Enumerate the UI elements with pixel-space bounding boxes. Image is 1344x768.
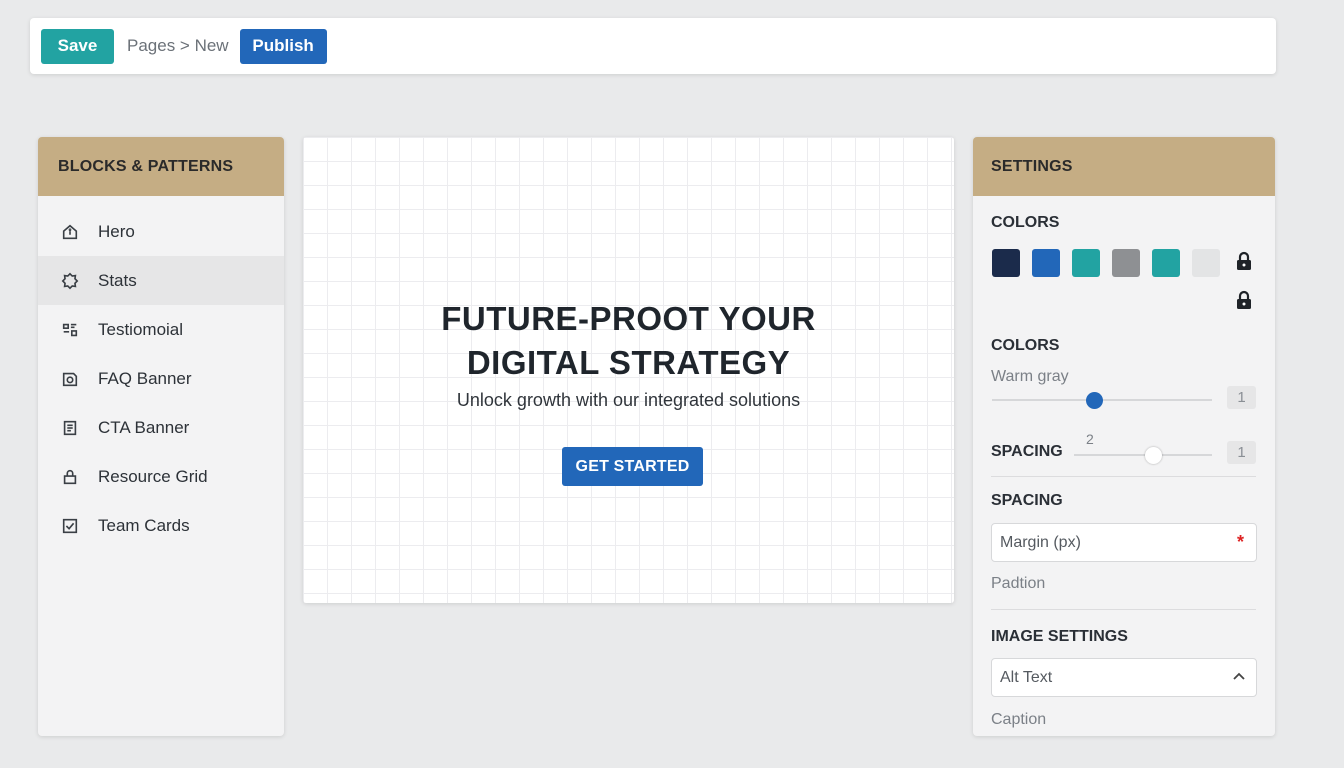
- get-started-button[interactable]: GET STARTED: [562, 447, 703, 486]
- block-item-faq-banner[interactable]: FAQ Banner: [38, 354, 284, 403]
- color-swatch-teal[interactable]: [1072, 249, 1100, 277]
- padding-label: Padtion: [991, 575, 1046, 592]
- required-asterisk: *: [1236, 532, 1244, 552]
- top-toolbar: Save Pages > New Publish: [30, 18, 1276, 74]
- blocks-panel-title: BLOCKS & PATTERNS: [38, 137, 284, 196]
- image-settings-heading: IMAGE SETTINGS: [991, 628, 1128, 645]
- settings-panel-title: SETTINGS: [973, 137, 1275, 196]
- divider: [991, 609, 1256, 610]
- color-swatch-blue[interactable]: [1032, 249, 1060, 277]
- color-swatch-gray[interactable]: [1112, 249, 1140, 277]
- block-item-cta-banner[interactable]: CTA Banner: [38, 403, 284, 452]
- home-icon: [60, 222, 80, 242]
- publish-button[interactable]: Publish: [239, 28, 327, 64]
- page-canvas[interactable]: FUTURE-PROOT YOUR DIGITAL STRATEGY Unloc…: [303, 137, 954, 603]
- colors-heading-2: COLORS: [991, 337, 1060, 354]
- block-list: Hero Stats Testiomoial FAQ Banner CTA Ba…: [38, 196, 284, 550]
- lock-icon: [60, 467, 80, 487]
- spacing-slider-label: SPACING: [991, 443, 1063, 460]
- chevron-up-icon: [1232, 670, 1246, 684]
- spacing-heading: SPACING: [991, 492, 1063, 509]
- block-item-resource-grid[interactable]: Resource Grid: [38, 452, 284, 501]
- block-item-label: Hero: [98, 221, 135, 241]
- color-swatch-light[interactable]: [1192, 249, 1220, 277]
- settings-panel: SETTINGS COLORS COLORS Warm gray 1 2 SPA…: [973, 137, 1275, 736]
- quote-icon: [60, 320, 80, 340]
- image-icon: [60, 369, 80, 389]
- margin-input[interactable]: Margin (px) *: [991, 523, 1257, 562]
- block-item-label: Resource Grid: [98, 466, 208, 486]
- badge-icon: [60, 271, 80, 291]
- warm-gray-slider-thumb[interactable]: [1086, 392, 1103, 409]
- block-item-stats[interactable]: Stats: [38, 256, 284, 305]
- hero-title[interactable]: FUTURE-PROOT YOUR DIGITAL STRATEGY: [303, 297, 954, 385]
- block-item-label: FAQ Banner: [98, 368, 192, 388]
- colors-heading: COLORS: [991, 214, 1060, 231]
- warm-gray-value[interactable]: 1: [1227, 386, 1256, 409]
- caption-label: Caption: [991, 711, 1047, 728]
- alt-text-placeholder: Alt Text: [1000, 668, 1053, 686]
- warm-gray-label: Warm gray: [991, 368, 1069, 385]
- block-item-hero[interactable]: Hero: [38, 207, 284, 256]
- margin-placeholder: Margin (px): [1000, 533, 1081, 551]
- spacing-slider-hint: 2: [1086, 431, 1094, 447]
- color-swatch-navy[interactable]: [992, 249, 1020, 277]
- block-item-label: CTA Banner: [98, 417, 190, 437]
- spacing-value[interactable]: 1: [1227, 441, 1256, 464]
- block-item-team-cards[interactable]: Team Cards: [38, 501, 284, 550]
- hero-subtitle[interactable]: Unlock growth with our integrated soluti…: [303, 390, 954, 411]
- lock-icon[interactable]: [1235, 251, 1253, 271]
- checkbox-icon: [60, 516, 80, 536]
- hero-title-line: FUTURE-PROOT YOUR: [441, 300, 816, 337]
- block-item-label: Testiomoial: [98, 319, 184, 339]
- color-swatch-teal-2[interactable]: [1152, 249, 1180, 277]
- divider: [991, 476, 1256, 477]
- block-item-label: Team Cards: [98, 515, 190, 535]
- block-item-testimonial[interactable]: Testiomoial: [38, 305, 284, 354]
- blocks-panel: BLOCKS & PATTERNS Hero Stats Testiomoial…: [38, 137, 284, 736]
- hero-title-line: DIGITAL STRATEGY: [466, 344, 791, 381]
- lock-icon[interactable]: [1235, 290, 1253, 310]
- block-item-label: Stats: [98, 270, 137, 290]
- spacing-slider-thumb[interactable]: [1145, 447, 1162, 464]
- list-icon: [60, 418, 80, 438]
- save-button[interactable]: Save: [41, 28, 114, 64]
- alt-text-select[interactable]: Alt Text: [991, 658, 1257, 697]
- spacing-slider-track[interactable]: [1074, 454, 1212, 456]
- breadcrumb: Pages > New: [127, 36, 229, 55]
